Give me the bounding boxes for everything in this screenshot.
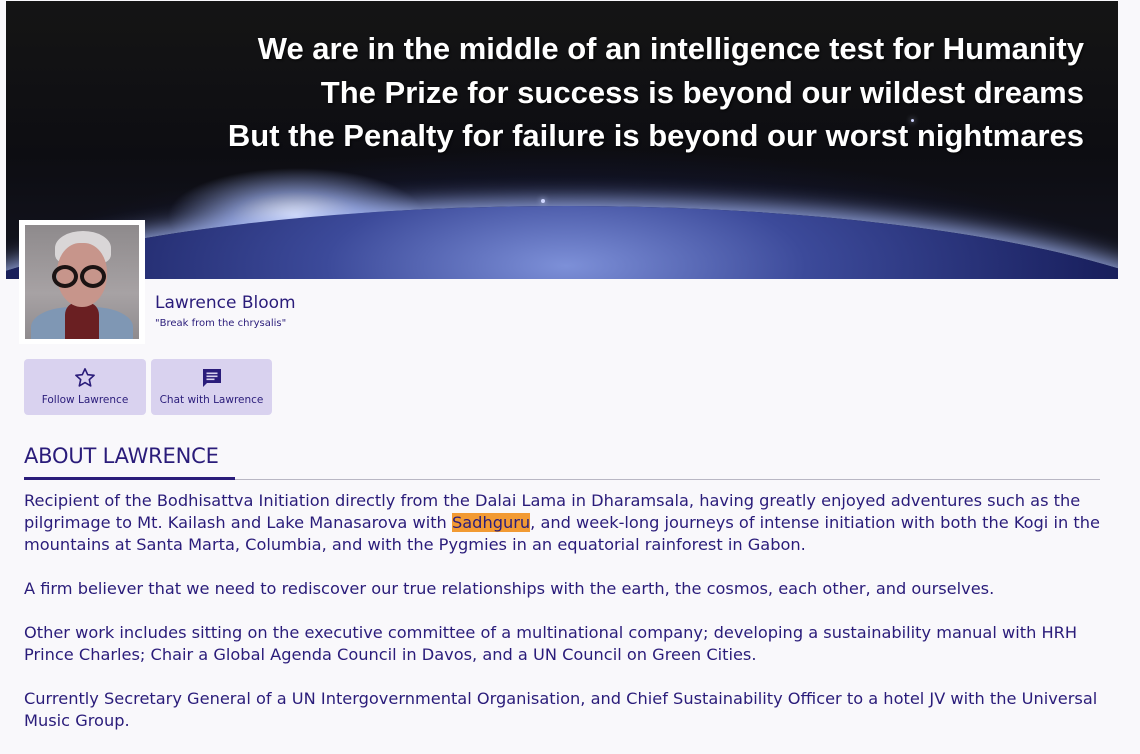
- about-paragraph: A firm believer that we need to rediscov…: [24, 579, 995, 598]
- profile-tagline: "Break from the chrysalis": [155, 318, 287, 329]
- about-paragraph: Currently Secretary General of a UN Inte…: [24, 689, 1098, 730]
- chat-button[interactable]: Chat with Lawrence: [151, 359, 272, 415]
- cover-banner: We are in the middle of an intelligence …: [6, 1, 1118, 279]
- earth-horizon-image: [6, 206, 1118, 279]
- heading-underline: [24, 477, 235, 480]
- banner-quote-line: The Prize for success is beyond our wild…: [320, 74, 1084, 110]
- chat-icon: [202, 369, 221, 387]
- star-icon: [75, 368, 95, 387]
- follow-button[interactable]: Follow Lawrence: [24, 359, 146, 415]
- star-sparkle: [541, 199, 545, 203]
- avatar-frame: [19, 220, 145, 344]
- banner-quote-line: But the Penalty for failure is beyond ou…: [227, 118, 1084, 153]
- chat-button-label: Chat with Lawrence: [159, 394, 264, 406]
- follow-button-label: Follow Lawrence: [41, 394, 129, 406]
- highlighted-link-sadhguru[interactable]: Sadhguru: [451, 513, 531, 532]
- profile-name: Lawrence Bloom: [155, 293, 296, 313]
- about-paragraph: Recipient of the Bodhisattva Initiation …: [24, 490, 1104, 556]
- about-paragraph: Other work includes sitting on the execu…: [24, 623, 1078, 664]
- banner-quote: We are in the middle of an intelligence …: [228, 27, 1084, 158]
- avatar: [25, 225, 139, 339]
- about-text: Recipient of the Bodhisattva Initiation …: [24, 490, 1104, 754]
- about-heading: ABOUT LAWRENCE: [24, 444, 219, 468]
- banner-quote-line: We are in the middle of an intelligence …: [257, 31, 1084, 66]
